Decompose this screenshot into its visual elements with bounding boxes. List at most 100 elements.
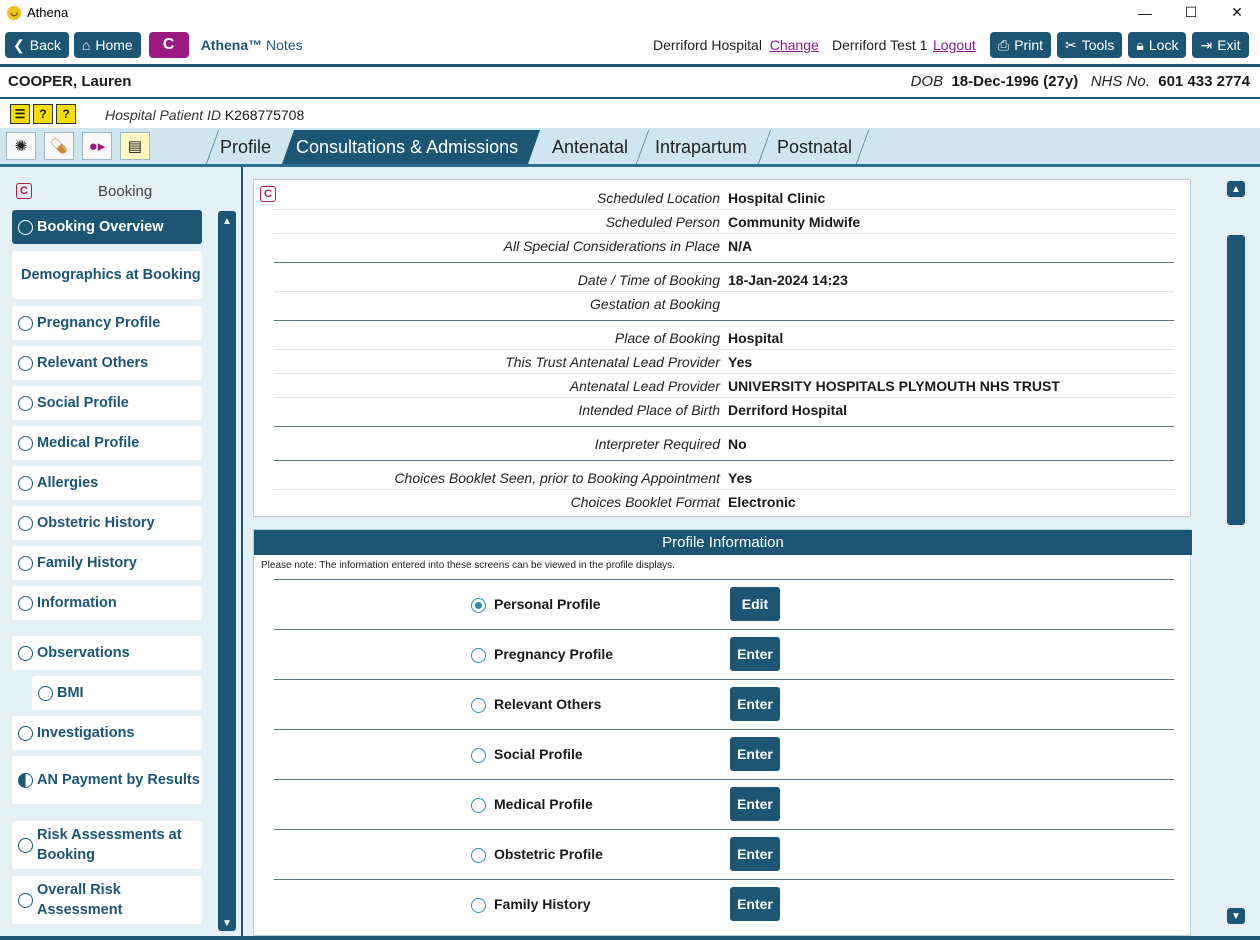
main-content: C Scheduled Location Hospital Clinic Sche… <box>243 167 1260 936</box>
sidebar-item-family-history[interactable]: Family History <box>12 546 202 580</box>
exit-button[interactable]: ⇥ Exit <box>1192 32 1249 58</box>
radio-icon <box>18 725 33 741</box>
patient-identifiers: DOB 18-Dec-1996 (27y) NHS No. 601 433 27… <box>910 73 1250 90</box>
detail-row: Interpreter Required No <box>594 436 747 452</box>
maximize-button[interactable]: ☐ <box>1168 0 1214 25</box>
profile-row-obstetric: Obstetric Profile Enter <box>274 829 1174 879</box>
sidebar-item-demographics[interactable]: Demographics at Booking <box>12 251 202 299</box>
alert-list-icon[interactable]: ☰ <box>10 104 30 124</box>
radio-icon <box>18 219 33 235</box>
tab-intrapartum[interactable]: Intrapartum <box>641 130 763 164</box>
sidebar-item-an-payment[interactable]: AN Payment by Results <box>12 756 202 804</box>
divider <box>0 97 1260 99</box>
profile-row-family-history: Family History Enter <box>274 879 1174 929</box>
scroll-up-icon[interactable]: ▲ <box>218 213 236 229</box>
enter-social-profile-button[interactable]: Enter <box>730 737 780 771</box>
booking-overview-card: C Scheduled Location Hospital Clinic Sche… <box>253 179 1191 517</box>
radio-icon <box>18 892 33 908</box>
patient-nhs-number: 601 433 2774 <box>1158 73 1250 90</box>
radio-icon <box>18 475 33 491</box>
medication-icon[interactable]: 💊︎ <box>44 132 74 160</box>
radio-icon <box>18 395 33 411</box>
enter-obstetric-profile-button[interactable]: Enter <box>730 837 780 871</box>
radio-icon <box>471 798 486 813</box>
section-divider <box>274 426 1174 427</box>
section-divider <box>274 460 1174 461</box>
notes-icon[interactable]: ▤ <box>120 132 150 160</box>
patient-dob: 18-Dec-1996 (27y) <box>951 73 1079 90</box>
sidebar-item-obstetric-history[interactable]: Obstetric History <box>12 506 202 540</box>
radio-icon <box>38 685 53 701</box>
window-title: Athena <box>27 5 69 20</box>
main-toolbar: ❮ Back ⌂ Home C Athena™ Notes Derriford Ho… <box>0 26 1260 64</box>
scroll-up-icon[interactable]: ▲ <box>1227 181 1245 197</box>
close-window-button[interactable]: ✕ <box>1214 0 1260 25</box>
sidebar-item-observations[interactable]: Observations <box>12 636 202 670</box>
sidebar-title: Booking <box>98 183 153 200</box>
detail-row: Choices Booklet Format Electronic <box>570 494 796 510</box>
detail-row: Scheduled Location Hospital Clinic <box>274 186 1174 210</box>
sidebar-item-allergies[interactable]: Allergies <box>12 466 202 500</box>
star-icon[interactable]: ✺ <box>6 132 36 160</box>
mother-baby-icon[interactable]: ●▸ <box>82 132 112 160</box>
profile-row-pregnancy: Pregnancy Profile Enter <box>274 629 1174 679</box>
enter-relevant-others-button[interactable]: Enter <box>730 687 780 721</box>
sidebar-header: C Booking <box>12 181 202 203</box>
scroll-down-icon[interactable]: ▼ <box>1227 908 1245 924</box>
window-titlebar: ◡ Athena — ☐ ✕ <box>0 0 1260 25</box>
exit-icon: ⇥ <box>1200 36 1213 53</box>
enter-pregnancy-profile-button[interactable]: Enter <box>730 637 780 671</box>
app-logo-icon: ◡ <box>7 5 21 20</box>
profile-row-medical: Medical Profile Enter <box>274 779 1174 829</box>
back-button[interactable]: ❮ Back <box>5 32 69 58</box>
sidebar-item-pregnancy-profile[interactable]: Pregnancy Profile <box>12 306 202 340</box>
print-button[interactable]: ⎙ Print <box>990 32 1051 58</box>
chevron-left-icon: ❮ <box>13 36 25 53</box>
c-button[interactable]: C <box>148 32 189 58</box>
booking-sidebar: C Booking Booking Overview Demographics … <box>0 167 242 936</box>
radio-icon <box>471 648 486 663</box>
sidebar-item-relevant-others[interactable]: Relevant Others <box>12 346 202 380</box>
patient-banner: COOPER, Lauren DOB 18-Dec-1996 (27y) NHS… <box>0 67 1260 97</box>
alert-question-icon[interactable]: ? <box>33 104 53 124</box>
enter-family-history-button[interactable]: Enter <box>730 887 780 921</box>
sidebar-item-information[interactable]: Information <box>12 586 202 620</box>
main-scrollbar[interactable] <box>1227 235 1245 525</box>
change-hospital-link[interactable]: Change <box>770 37 819 53</box>
sidebar-item-booking-overview[interactable]: Booking Overview <box>12 210 202 244</box>
hospital-label: Derriford Hospital Change <box>653 37 819 53</box>
tools-button[interactable]: ✂ Tools <box>1057 32 1123 58</box>
sidebar-item-investigations[interactable]: Investigations <box>12 716 202 750</box>
radio-icon <box>471 748 486 763</box>
enter-medical-profile-button[interactable]: Enter <box>730 787 780 821</box>
sidebar-item-medical-profile[interactable]: Medical Profile <box>12 426 202 460</box>
detail-row: Intended Place of Birth Derriford Hospita… <box>578 402 848 418</box>
edit-personal-profile-button[interactable]: Edit <box>730 587 780 621</box>
sidebar-item-social-profile[interactable]: Social Profile <box>12 386 202 420</box>
sidebar-scrollbar[interactable] <box>218 211 236 927</box>
athena-brand: Athena™ Notes <box>200 37 303 53</box>
tab-consultations-admissions[interactable]: Consultations & Admissions <box>282 130 540 164</box>
detail-row: Choices Booklet Seen, prior to Booking A… <box>274 466 1174 490</box>
half-radio-icon <box>18 772 33 788</box>
hospital-patient-id: Hospital Patient ID K268775708 <box>105 107 305 123</box>
radio-icon <box>18 595 33 611</box>
profile-information-title: Profile Information <box>254 530 1192 555</box>
detail-row: This Trust Antenatal Lead Provider Yes <box>274 350 1174 374</box>
minimize-button[interactable]: — <box>1122 0 1168 25</box>
profile-row-social: Social Profile Enter <box>274 729 1174 779</box>
tab-antenatal[interactable]: Antenatal <box>538 130 642 164</box>
logout-link[interactable]: Logout <box>933 37 976 53</box>
lock-button[interactable]: 🔒︎ Lock <box>1128 32 1187 58</box>
detail-row: All Special Considerations in Place N/A <box>503 238 753 254</box>
sidebar-item-risk-assessments[interactable]: Risk Assessments at Booking <box>12 821 202 869</box>
home-button[interactable]: ⌂ Home <box>73 32 141 58</box>
sidebar-item-bmi[interactable]: BMI <box>32 676 202 710</box>
alert-question-icon[interactable]: ? <box>56 104 76 124</box>
radio-icon <box>18 837 33 853</box>
tab-postnatal[interactable]: Postnatal <box>763 130 863 164</box>
scroll-down-icon[interactable]: ▼ <box>218 915 236 931</box>
c-icon: C <box>16 183 32 199</box>
tab-profile[interactable]: Profile <box>206 130 286 164</box>
sidebar-item-overall-risk[interactable]: Overall Risk Assessment <box>12 876 202 924</box>
